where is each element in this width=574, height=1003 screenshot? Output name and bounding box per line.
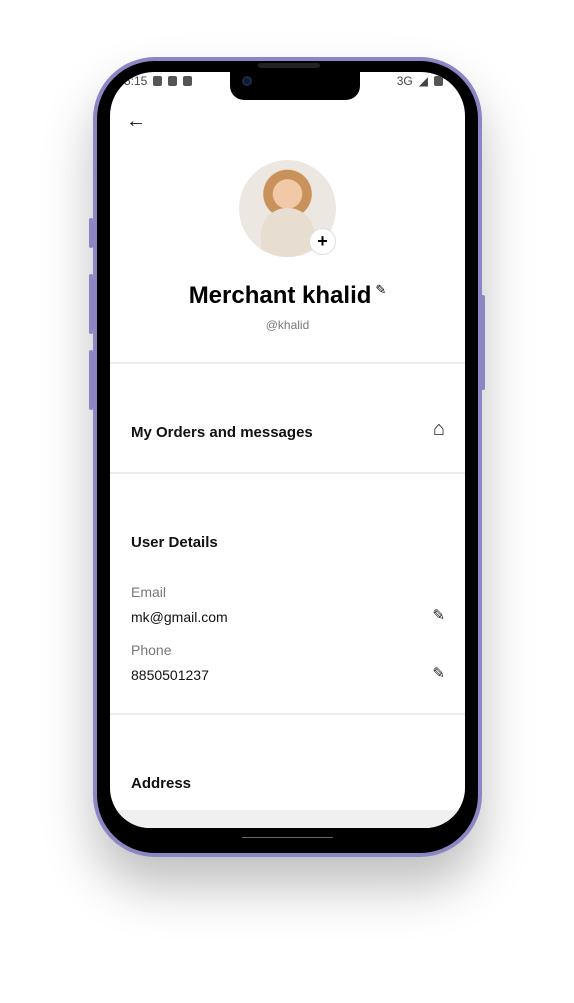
status-left: 5:15 bbox=[124, 74, 193, 88]
camera bbox=[242, 76, 252, 86]
signal-icon: ◢ bbox=[418, 74, 428, 88]
phone-label: Phone bbox=[131, 642, 172, 658]
address-title: Address bbox=[131, 775, 192, 792]
home-indicator[interactable] bbox=[242, 837, 333, 838]
profile-name: Merchant khalid ✎ bbox=[110, 282, 465, 310]
side-button bbox=[89, 218, 93, 248]
speaker bbox=[258, 63, 320, 68]
divider bbox=[110, 362, 465, 364]
notch bbox=[230, 72, 360, 100]
power-button bbox=[481, 295, 485, 390]
add-photo-button[interactable]: + bbox=[309, 228, 336, 255]
volume-up-button bbox=[89, 274, 93, 334]
edit-phone-icon[interactable]: ✎ bbox=[432, 664, 445, 682]
volume-down-button bbox=[89, 350, 93, 410]
phone-value: 8850501237 bbox=[131, 667, 209, 683]
status-time: 5:15 bbox=[124, 74, 148, 88]
orders-link[interactable]: My Orders and messages bbox=[131, 424, 313, 441]
user-details-title: User Details bbox=[131, 534, 218, 551]
a-icon bbox=[183, 76, 193, 86]
divider bbox=[110, 472, 465, 474]
edit-name-icon[interactable]: ✎ bbox=[375, 282, 386, 297]
profile-handle: @khalid bbox=[265, 318, 310, 332]
bottom-section bbox=[110, 810, 465, 828]
shield-icon bbox=[153, 76, 163, 86]
inbox-icon[interactable]: ⌂ bbox=[433, 418, 445, 441]
phone-frame: 5:15 3G ◢ ← + Merchant khalid ✎ @khalid M… bbox=[93, 57, 482, 857]
email-label: Email bbox=[131, 584, 167, 600]
divider bbox=[110, 713, 465, 715]
name-text: Merchant khalid bbox=[188, 282, 372, 309]
battery-icon bbox=[434, 76, 443, 86]
edit-email-icon[interactable]: ✎ bbox=[432, 606, 445, 624]
sd-card-icon bbox=[168, 76, 178, 86]
screen: 5:15 3G ◢ ← + Merchant khalid ✎ @khalid M… bbox=[110, 72, 465, 828]
email-value: mk@gmail.com bbox=[131, 609, 228, 625]
network-label: 3G bbox=[396, 74, 413, 88]
status-right: 3G ◢ bbox=[397, 74, 443, 88]
back-arrow-icon[interactable]: ← bbox=[126, 110, 146, 133]
